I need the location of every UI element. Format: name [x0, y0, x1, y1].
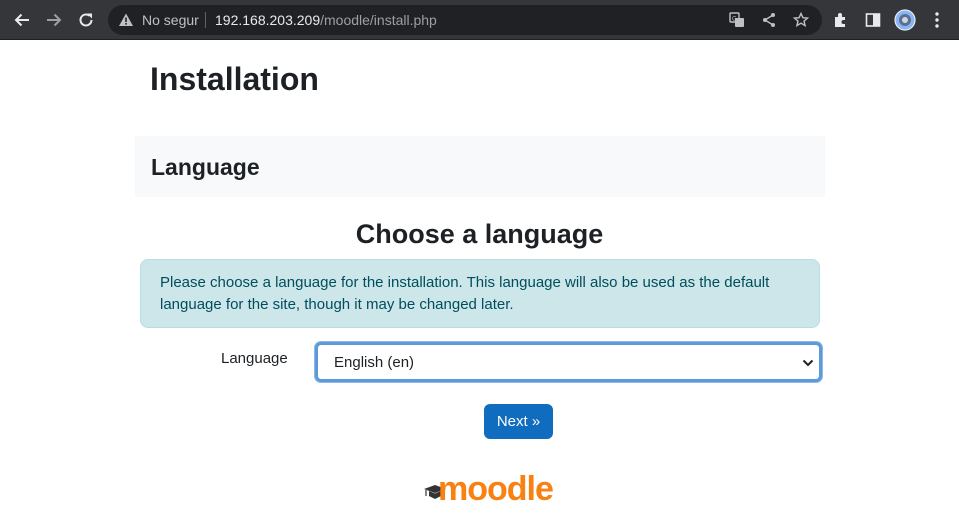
choose-language-heading-text: Choose a language [355, 219, 604, 249]
forward-arrow-icon[interactable] [42, 8, 66, 32]
section-title: Language [151, 154, 260, 180]
menu-icon[interactable] [925, 8, 949, 32]
url-text[interactable]: 192.168.203.209/moodle/install.php [215, 12, 437, 28]
language-select-value: English (en) [334, 354, 415, 371]
browser-toolbar: No segur 192.168.203.209/moodle/install.… [0, 0, 959, 40]
star-icon[interactable] [792, 11, 810, 29]
extensions-icon[interactable] [829, 8, 853, 32]
reload-icon[interactable] [74, 8, 98, 32]
info-alert: Please choose a language for the install… [140, 259, 820, 328]
language-select[interactable]: English (en) [315, 342, 822, 382]
moodle-logo-text: moodle [438, 470, 554, 508]
language-label: Language [221, 350, 288, 367]
share-icon[interactable] [760, 11, 778, 29]
svg-text:G: G [732, 17, 737, 23]
address-bar[interactable]: No segur 192.168.203.209/moodle/install.… [108, 5, 822, 35]
security-label[interactable]: No segur [142, 12, 199, 28]
profile-avatar[interactable] [893, 8, 917, 32]
choose-language-heading: Choose a language [0, 218, 959, 250]
page-title: Installation [150, 61, 319, 97]
section-header: Language [135, 136, 825, 197]
url-host: 192.168.203.209 [215, 12, 321, 28]
url-path: /moodle/install.php [320, 12, 437, 28]
omnibox-divider [205, 12, 206, 28]
translate-icon[interactable]: G [728, 11, 746, 29]
back-arrow-icon[interactable] [10, 8, 34, 32]
next-button[interactable]: Next » [484, 404, 553, 439]
warning-icon[interactable] [118, 12, 134, 33]
chevron-down-icon[interactable] [801, 356, 815, 375]
side-panel-icon[interactable] [861, 8, 885, 32]
